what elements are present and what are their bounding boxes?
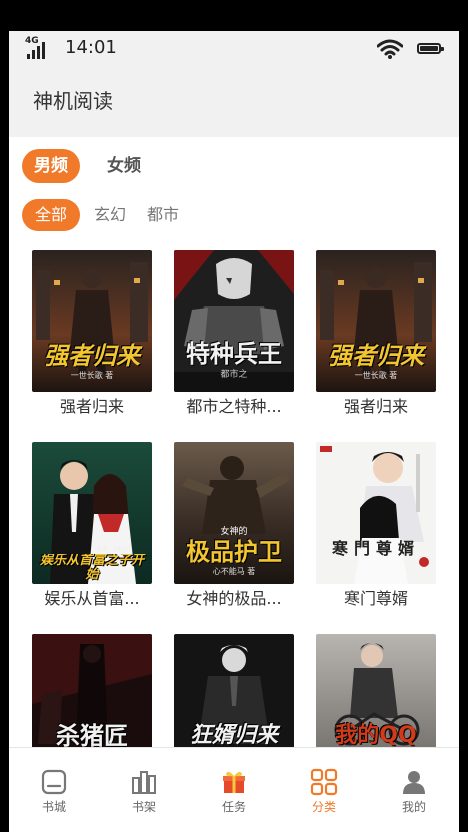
bookstore-icon <box>41 769 67 795</box>
filter-all[interactable]: 全部 <box>22 199 80 231</box>
cover-title: 狂婿归来 <box>189 723 278 748</box>
battery-icon <box>417 43 444 54</box>
tab-profile[interactable]: 我的 <box>379 748 449 832</box>
filter-urban[interactable]: 都市 <box>140 199 186 231</box>
wifi-icon <box>377 39 403 59</box>
tab-bookshelf[interactable]: 书架 <box>109 748 179 832</box>
book-title[interactable]: 女神的极品... <box>169 588 299 610</box>
book-title[interactable]: 强者归来 <box>27 396 157 418</box>
cover-title: 我的QQ <box>335 723 417 748</box>
tab-label: 书城 <box>41 800 66 814</box>
cover-title: 强者归来 <box>328 342 424 370</box>
cover-title: 特种兵王 <box>186 340 282 368</box>
network-type: 4G <box>25 36 39 46</box>
cover-author: 一世长歌 著 <box>354 371 398 380</box>
tab-label: 任务 <box>221 800 246 814</box>
category-icon <box>310 768 338 796</box>
book-title[interactable]: 娱乐从首富... <box>27 588 157 610</box>
tab-label: 我的 <box>401 800 426 814</box>
status-bar: 4G 14:01 <box>9 31 459 65</box>
book-cover[interactable]: 特种兵王 都市之 <box>174 250 294 392</box>
cover-author: 一世长歌 著 <box>70 371 114 380</box>
book-cover[interactable]: 强者归来 一世长歌 著 <box>316 250 436 392</box>
cover-title: 杀猪匠 <box>56 722 128 750</box>
signal-icon: 4G <box>23 37 51 61</box>
cover-title: 极品护卫 <box>186 538 282 566</box>
profile-icon <box>403 771 425 794</box>
tab-bookstore[interactable]: 书城 <box>19 748 89 832</box>
cover-title: 寒門尊婿 <box>331 539 420 558</box>
tab-male-channel[interactable]: 男频 <box>22 149 80 183</box>
cover-subtitle: 女神的 <box>220 527 248 537</box>
cover-author: 心不能马 著 <box>212 567 256 576</box>
book-cover[interactable]: 女神的 极品护卫 心不能马 著 <box>174 442 294 584</box>
tab-category[interactable]: 分类 <box>289 748 359 832</box>
tab-label: 分类 <box>311 800 336 814</box>
phone-screen: 4G 14:01 神机阅读 男频 女频 全部 玄幻 都市 强者归来 一世长歌 著… <box>9 31 459 832</box>
bottom-tab-bar: 书城 书架 任务 分类 我的 <box>9 747 459 832</box>
book-title[interactable]: 寒门尊婿 <box>311 588 441 610</box>
cover-author: 笔者 【关河】 <box>96 546 134 553</box>
gift-icon <box>223 771 245 793</box>
book-cover[interactable]: 寒門尊婿 <box>316 442 436 584</box>
cover-art <box>316 442 436 584</box>
app-title: 神机阅读 <box>33 89 113 113</box>
filter-fantasy[interactable]: 玄幻 <box>87 199 133 231</box>
tab-tasks[interactable]: 任务 <box>199 748 269 832</box>
book-title[interactable]: 都市之特种... <box>169 396 299 418</box>
bookshelf-icon <box>132 771 156 794</box>
cover-title: 娱乐从首富之子开始 <box>39 554 144 582</box>
cover-subtitle: 都市之 <box>220 370 248 380</box>
book-cover[interactable]: 娱乐从首富之子开始 笔者 【关河】 <box>32 442 152 584</box>
tab-female-channel[interactable]: 女频 <box>95 149 153 183</box>
book-title[interactable]: 强者归来 <box>311 396 441 418</box>
cover-title: 强者归来 <box>44 342 140 370</box>
book-cover[interactable]: 强者归来 一世长歌 著 <box>32 250 152 392</box>
tab-label: 书架 <box>131 800 156 814</box>
status-time: 14:01 <box>65 37 117 58</box>
